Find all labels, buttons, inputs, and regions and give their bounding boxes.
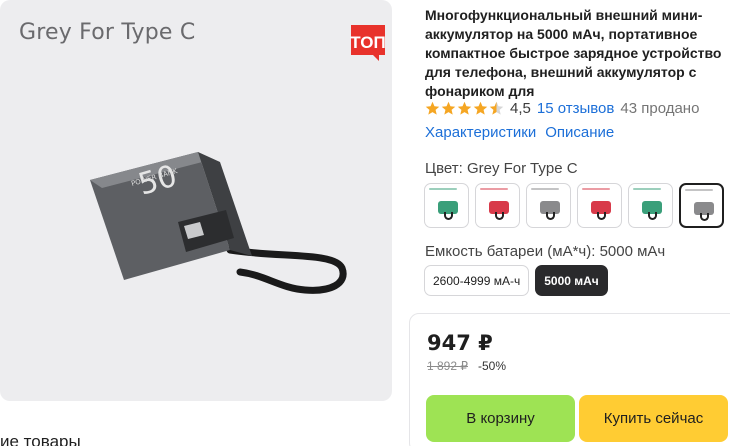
color-swatch[interactable] bbox=[628, 183, 673, 228]
color-swatch[interactable] bbox=[679, 183, 724, 228]
rating-value: 4,5 bbox=[510, 100, 531, 117]
capacity-option-5000[interactable]: 5000 мАч bbox=[535, 265, 608, 296]
rating-stars bbox=[425, 101, 504, 116]
swatch-caption-line bbox=[633, 188, 661, 190]
tab-description[interactable]: Описание bbox=[545, 124, 614, 141]
top-badge-text: ТОП bbox=[350, 33, 385, 52]
swatch-loop-icon bbox=[648, 212, 657, 220]
swatch-loop-icon bbox=[495, 212, 504, 220]
product-title: Многофункциональный внешний мини-аккумул… bbox=[425, 7, 722, 99]
price-details: 1 892 ₽ -50% bbox=[427, 359, 506, 373]
color-swatch[interactable] bbox=[475, 183, 520, 228]
capacity-label: Емкость батареи (мА*ч): 5000 мАч bbox=[425, 243, 666, 260]
section-heading-partial: ие товары bbox=[0, 432, 81, 446]
color-swatch[interactable] bbox=[526, 183, 571, 228]
tab-characteristics[interactable]: Характеристики bbox=[425, 124, 536, 141]
star-icon bbox=[441, 101, 456, 115]
old-price: 1 892 ₽ bbox=[427, 359, 468, 373]
swatch-caption-line bbox=[685, 189, 713, 191]
product-gallery[interactable]: Grey For Type C ТОП 50 POWER BANK bbox=[0, 0, 392, 401]
star-icon bbox=[457, 101, 472, 115]
color-label: Цвет: Grey For Type C bbox=[425, 160, 578, 177]
swatch-loop-icon bbox=[546, 212, 555, 220]
reviews-link[interactable]: 15 отзывов bbox=[537, 100, 615, 117]
swatch-loop-icon bbox=[597, 212, 606, 220]
capacity-option-low[interactable]: 2600-4999 мА-ч bbox=[424, 265, 530, 296]
swatch-loop-icon bbox=[700, 213, 709, 221]
buy-now-button[interactable]: Купить сейчас bbox=[579, 395, 728, 442]
info-tabs: Характеристики Описание bbox=[425, 124, 614, 141]
sold-count: 43 продано bbox=[620, 100, 700, 117]
swatch-caption-line bbox=[582, 188, 610, 190]
buy-box: 947 ₽ 1 892 ₽ -50% В корзину Купить сейч… bbox=[409, 313, 730, 446]
color-swatch[interactable] bbox=[424, 183, 469, 228]
swatch-caption-line bbox=[480, 188, 508, 190]
star-half-icon bbox=[489, 101, 504, 115]
color-options bbox=[424, 183, 724, 228]
swatch-loop-icon bbox=[444, 212, 453, 220]
rating-row: 4,5 15 отзывов 43 продано bbox=[425, 100, 699, 117]
color-swatch[interactable] bbox=[577, 183, 622, 228]
image-variant-label: Grey For Type C bbox=[19, 20, 196, 45]
star-icon bbox=[473, 101, 488, 115]
discount-badge: -50% bbox=[478, 359, 507, 373]
swatch-caption-line bbox=[429, 188, 457, 190]
swatch-caption-line bbox=[531, 188, 559, 190]
current-price: 947 ₽ bbox=[427, 331, 493, 355]
top-badge: ТОП bbox=[350, 25, 386, 61]
power-bank-image: 50 POWER BANK bbox=[90, 152, 347, 294]
star-icon bbox=[425, 101, 440, 115]
add-to-cart-button[interactable]: В корзину bbox=[426, 395, 575, 442]
capacity-options: 2600-4999 мА-ч 5000 мАч bbox=[424, 265, 608, 296]
